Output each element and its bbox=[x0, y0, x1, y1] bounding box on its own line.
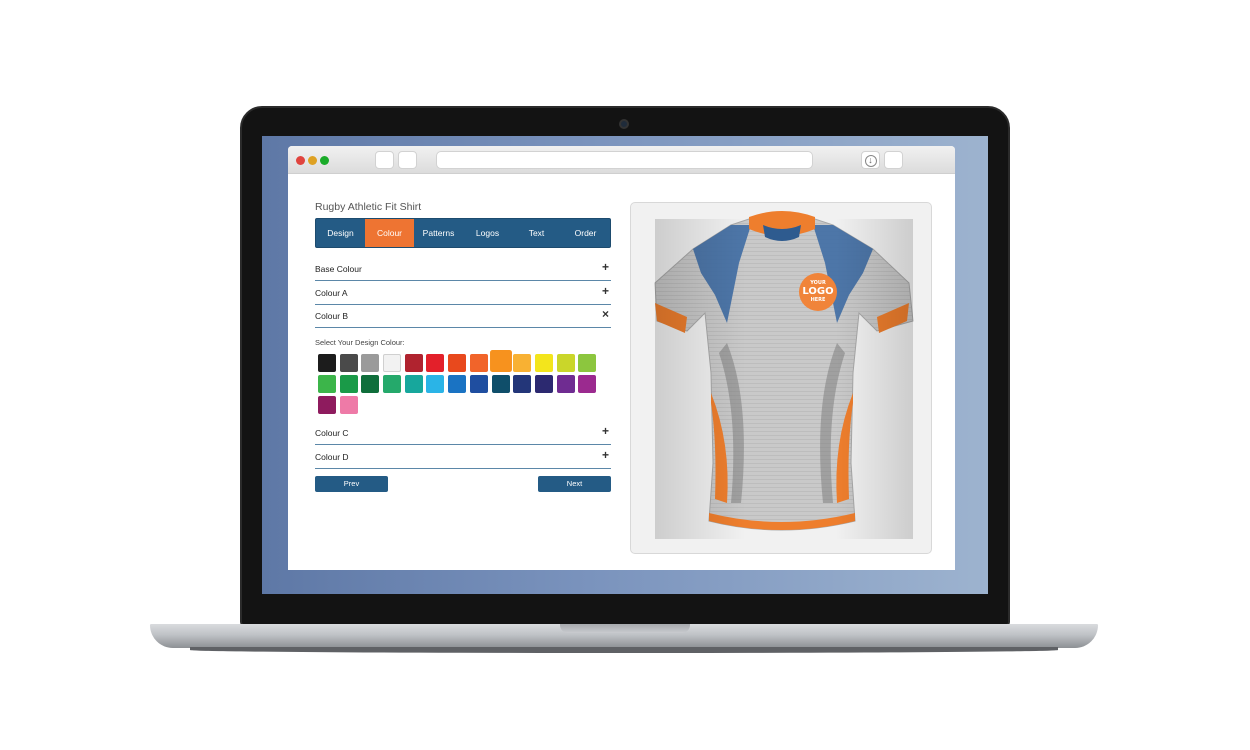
colour-swatch[interactable] bbox=[426, 354, 445, 372]
colour-swatch[interactable] bbox=[361, 375, 380, 393]
accordion-colour-a[interactable]: Colour A + bbox=[315, 281, 611, 305]
tab-design[interactable]: Design bbox=[316, 219, 365, 247]
colour-swatch[interactable] bbox=[361, 354, 380, 372]
accordion-label: Colour B bbox=[315, 311, 349, 321]
collapse-icon[interactable]: × bbox=[602, 307, 609, 321]
colour-swatch[interactable] bbox=[556, 375, 575, 393]
colour-swatch[interactable] bbox=[578, 375, 597, 393]
colour-swatch[interactable] bbox=[339, 396, 358, 414]
accordion-label: Colour A bbox=[315, 288, 348, 298]
colour-swatch[interactable] bbox=[578, 354, 597, 372]
browser-titlebar: ↓ bbox=[288, 146, 955, 174]
forward-button[interactable] bbox=[398, 151, 417, 169]
colour-swatch[interactable] bbox=[404, 375, 423, 393]
download-button[interactable]: ↓ bbox=[861, 151, 880, 169]
your-logo-badge[interactable]: YOUR LOGO HERE bbox=[799, 273, 837, 311]
accordion-colour-c[interactable]: Colour C + bbox=[315, 421, 611, 445]
colour-swatch[interactable] bbox=[513, 354, 532, 372]
shirt-preview-panel: YOUR LOGO HERE bbox=[630, 202, 932, 554]
accordion-label: Base Colour bbox=[315, 264, 362, 274]
colour-swatch[interactable] bbox=[534, 375, 553, 393]
expand-icon[interactable]: + bbox=[602, 448, 609, 462]
minimize-window-icon[interactable] bbox=[308, 156, 317, 165]
colour-swatch[interactable] bbox=[318, 375, 336, 393]
expand-icon[interactable]: + bbox=[602, 284, 609, 298]
prev-button[interactable]: Prev bbox=[315, 476, 388, 492]
colour-swatch[interactable] bbox=[404, 354, 423, 372]
tab-colour[interactable]: Colour bbox=[365, 219, 414, 247]
accordion-label: Colour D bbox=[315, 452, 349, 462]
colour-swatch[interactable] bbox=[383, 354, 402, 372]
colour-swatch[interactable] bbox=[534, 354, 553, 372]
select-colour-prompt: Select Your Design Colour: bbox=[315, 338, 405, 347]
maximize-window-icon[interactable] bbox=[320, 156, 329, 165]
extra-toolbar-button[interactable] bbox=[884, 151, 903, 169]
colour-swatch[interactable] bbox=[491, 375, 510, 393]
camera-icon bbox=[619, 119, 629, 129]
laptop-base-shadow bbox=[190, 647, 1058, 653]
back-button[interactable] bbox=[375, 151, 394, 169]
colour-swatch[interactable] bbox=[513, 375, 532, 393]
tab-text[interactable]: Text bbox=[512, 219, 561, 247]
tab-order[interactable]: Order bbox=[561, 219, 610, 247]
product-title: Rugby Athletic Fit Shirt bbox=[315, 201, 422, 213]
close-window-icon[interactable] bbox=[296, 156, 305, 165]
colour-swatch[interactable] bbox=[318, 354, 336, 372]
colour-swatch[interactable] bbox=[339, 375, 358, 393]
colour-swatch[interactable] bbox=[339, 354, 358, 372]
colour-swatch[interactable] bbox=[318, 396, 336, 414]
colour-swatch[interactable] bbox=[383, 375, 402, 393]
accordion-colour-d[interactable]: Colour D + bbox=[315, 445, 611, 469]
colour-swatch[interactable] bbox=[426, 375, 445, 393]
address-bar[interactable] bbox=[436, 151, 813, 169]
expand-icon[interactable]: + bbox=[602, 424, 609, 438]
next-button[interactable]: Next bbox=[538, 476, 611, 492]
colour-swatch[interactable] bbox=[469, 354, 488, 372]
laptop-notch bbox=[560, 624, 690, 633]
colour-swatch[interactable] bbox=[489, 350, 512, 372]
accordion-base-colour[interactable]: Base Colour + bbox=[315, 257, 611, 281]
download-icon: ↓ bbox=[864, 155, 877, 167]
rugby-shirt-image bbox=[654, 211, 914, 539]
tab-patterns[interactable]: Patterns bbox=[414, 219, 463, 247]
colour-swatch[interactable] bbox=[448, 375, 467, 393]
designer-tabs: Design Colour Patterns Logos Text Order bbox=[315, 218, 611, 248]
colour-swatch[interactable] bbox=[556, 354, 575, 372]
accordion-label: Colour C bbox=[315, 428, 349, 438]
colour-swatch-grid bbox=[318, 350, 608, 414]
tab-logos[interactable]: Logos bbox=[463, 219, 512, 247]
accordion-colour-b[interactable]: Colour B × bbox=[315, 304, 611, 328]
expand-icon[interactable]: + bbox=[602, 260, 609, 274]
colour-swatch[interactable] bbox=[448, 354, 467, 372]
colour-swatch[interactable] bbox=[469, 375, 488, 393]
browser-window: ↓ Rugby Athletic Fit Shirt Design Colour… bbox=[288, 146, 955, 570]
